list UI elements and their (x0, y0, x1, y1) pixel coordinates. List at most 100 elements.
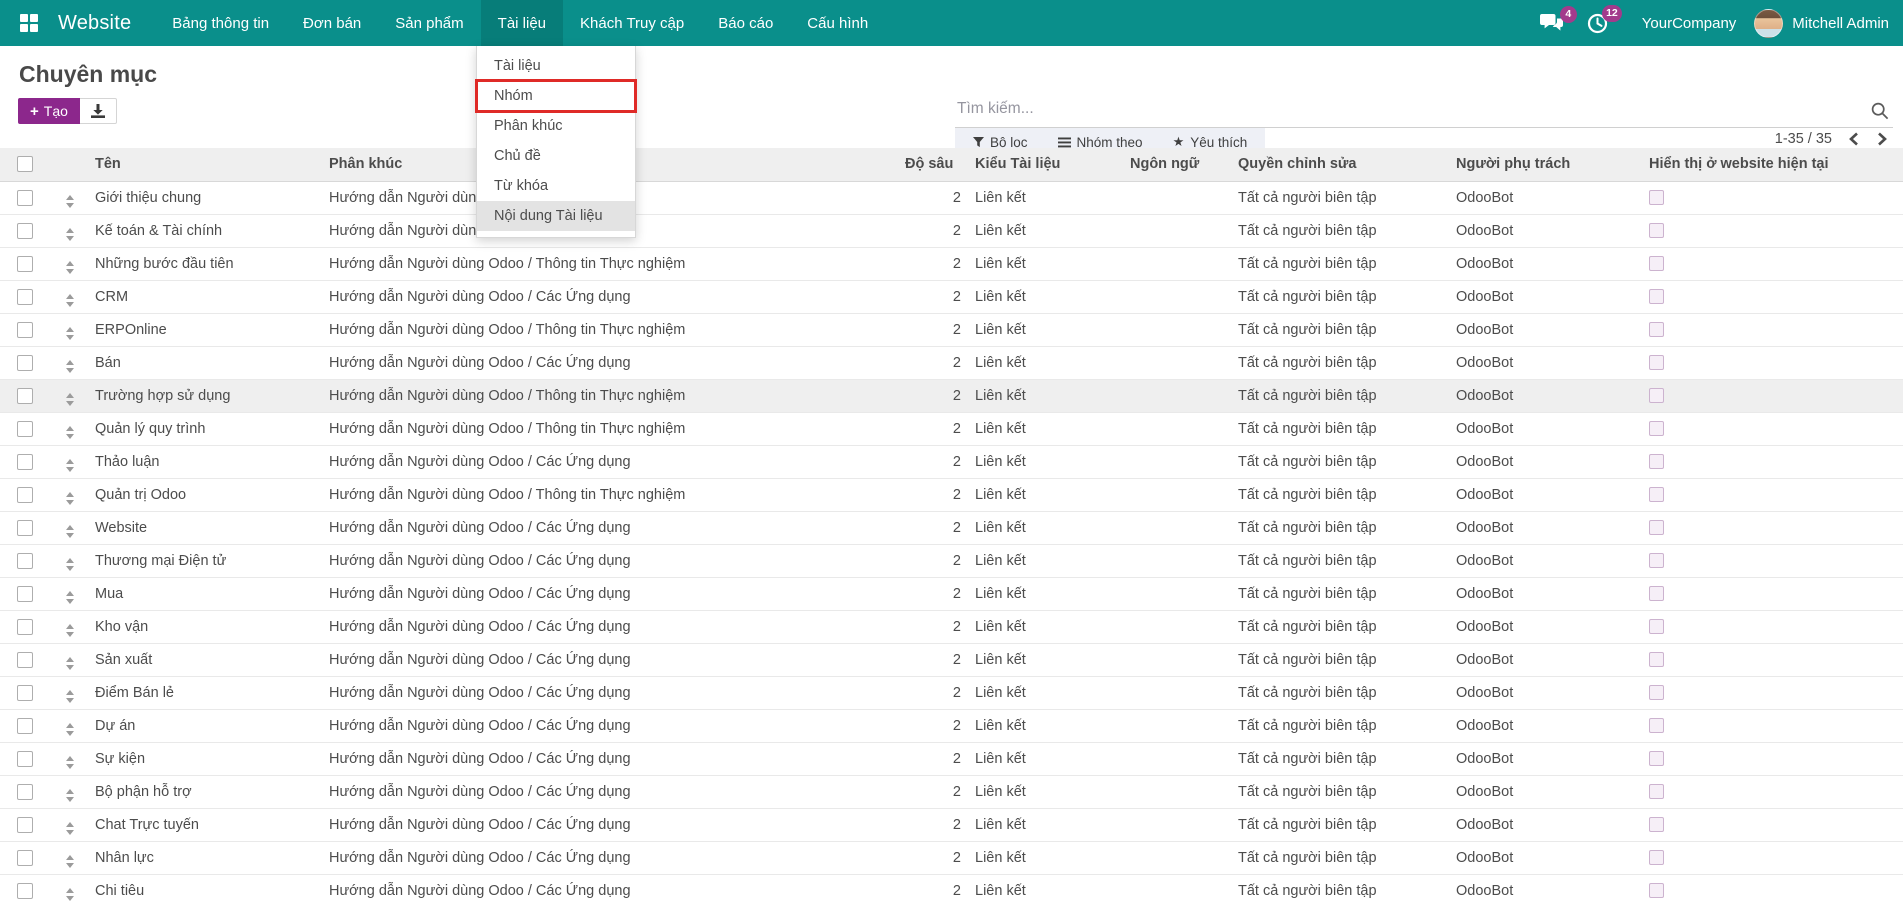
row-checkbox[interactable] (17, 487, 33, 503)
website-visible-checkbox[interactable] (1649, 388, 1664, 403)
row-checkbox[interactable] (17, 850, 33, 866)
column-header-rights[interactable]: Quyền chỉnh sửa (1233, 148, 1451, 181)
website-visible-checkbox[interactable] (1649, 322, 1664, 337)
table-row[interactable]: Sự kiệnHướng dẫn Người dùng Odoo / Các Ứ… (0, 742, 1903, 775)
apps-menu-button[interactable] (0, 0, 54, 46)
drag-handle-icon[interactable] (50, 360, 90, 373)
website-visible-checkbox[interactable] (1649, 190, 1664, 205)
table-row[interactable]: Điểm Bán lẻHướng dẫn Người dùng Odoo / C… (0, 676, 1903, 709)
website-visible-checkbox[interactable] (1649, 223, 1664, 238)
row-checkbox[interactable] (17, 652, 33, 668)
website-visible-checkbox[interactable] (1649, 619, 1664, 634)
pager-next-button[interactable] (1875, 130, 1890, 148)
drag-handle-icon[interactable] (50, 327, 90, 340)
website-visible-checkbox[interactable] (1649, 685, 1664, 700)
column-header-name[interactable]: Tên (90, 148, 325, 181)
row-checkbox[interactable] (17, 784, 33, 800)
drag-handle-icon[interactable] (50, 888, 90, 901)
row-checkbox[interactable] (17, 520, 33, 536)
drag-handle-icon[interactable] (50, 855, 90, 868)
dropdown-item-2[interactable]: Phân khúc (477, 111, 635, 141)
row-checkbox[interactable] (17, 322, 33, 338)
table-row[interactable]: Quản trị OdooHướng dẫn Người dùng Odoo /… (0, 478, 1903, 511)
create-button[interactable]: + Tạo (18, 98, 80, 124)
nav-item-3[interactable]: Tài liệu (481, 0, 563, 46)
table-row[interactable]: Giới thiệu chungHướng dẫn Người dùng Odo… (0, 181, 1903, 214)
table-row[interactable]: Những bước đầu tiênHướng dẫn Người dùng … (0, 247, 1903, 280)
column-header-depth[interactable]: Độ sâu (905, 148, 965, 181)
table-row[interactable]: BánHướng dẫn Người dùng Odoo / Các Ứng d… (0, 346, 1903, 379)
table-row[interactable]: Quản lý quy trìnhHướng dẫn Người dùng Od… (0, 412, 1903, 445)
nav-item-6[interactable]: Cấu hình (790, 0, 885, 46)
dropdown-item-5[interactable]: Nội dung Tài liệu (477, 201, 635, 231)
nav-item-0[interactable]: Bảng thông tin (155, 0, 286, 46)
drag-handle-icon[interactable] (50, 624, 90, 637)
website-visible-checkbox[interactable] (1649, 652, 1664, 667)
column-header-responsible[interactable]: Người phụ trách (1451, 148, 1641, 181)
row-checkbox[interactable] (17, 883, 33, 899)
row-checkbox[interactable] (17, 619, 33, 635)
drag-handle-icon[interactable] (50, 426, 90, 439)
row-checkbox[interactable] (17, 685, 33, 701)
drag-handle-icon[interactable] (50, 558, 90, 571)
drag-handle-icon[interactable] (50, 228, 90, 241)
row-checkbox[interactable] (17, 454, 33, 470)
dropdown-item-3[interactable]: Chủ đề (477, 141, 635, 171)
company-switcher[interactable]: YourCompany (1642, 15, 1737, 32)
drag-handle-icon[interactable] (50, 756, 90, 769)
search-input[interactable] (955, 96, 1893, 128)
dropdown-item-0[interactable]: Tài liệu (477, 51, 635, 81)
select-all-checkbox[interactable] (17, 156, 33, 172)
nav-item-5[interactable]: Báo cáo (701, 0, 790, 46)
nav-item-1[interactable]: Đơn bán (286, 0, 378, 46)
website-visible-checkbox[interactable] (1649, 751, 1664, 766)
website-visible-checkbox[interactable] (1649, 520, 1664, 535)
drag-handle-icon[interactable] (50, 261, 90, 274)
row-checkbox[interactable] (17, 586, 33, 602)
activities-button[interactable]: 12 (1587, 13, 1608, 34)
table-row[interactable]: Chat Trực tuyếnHướng dẫn Người dùng Odoo… (0, 808, 1903, 841)
table-row[interactable]: Thảo luậnHướng dẫn Người dùng Odoo / Các… (0, 445, 1903, 478)
website-visible-checkbox[interactable] (1649, 256, 1664, 271)
row-checkbox[interactable] (17, 223, 33, 239)
drag-handle-icon[interactable] (50, 459, 90, 472)
table-row[interactable]: Thương mại Điện tửHướng dẫn Người dùng O… (0, 544, 1903, 577)
website-visible-checkbox[interactable] (1649, 355, 1664, 370)
column-header-visible[interactable]: Hiển thị ở website hiện tại (1641, 148, 1903, 181)
drag-handle-icon[interactable] (50, 690, 90, 703)
table-row[interactable]: ERPOnlineHướng dẫn Người dùng Odoo / Thô… (0, 313, 1903, 346)
table-row[interactable]: CRMHướng dẫn Người dùng Odoo / Các Ứng d… (0, 280, 1903, 313)
website-visible-checkbox[interactable] (1649, 553, 1664, 568)
drag-handle-icon[interactable] (50, 591, 90, 604)
drag-handle-icon[interactable] (50, 294, 90, 307)
website-visible-checkbox[interactable] (1649, 487, 1664, 502)
drag-handle-icon[interactable] (50, 789, 90, 802)
website-visible-checkbox[interactable] (1649, 850, 1664, 865)
table-row[interactable]: Chi tiêuHướng dẫn Người dùng Odoo / Các … (0, 874, 1903, 906)
row-checkbox[interactable] (17, 289, 33, 305)
nav-item-2[interactable]: Sản phẩm (378, 0, 480, 46)
website-visible-checkbox[interactable] (1649, 718, 1664, 733)
website-visible-checkbox[interactable] (1649, 289, 1664, 304)
website-visible-checkbox[interactable] (1649, 883, 1664, 898)
search-icon[interactable] (1871, 102, 1889, 125)
drag-handle-icon[interactable] (50, 657, 90, 670)
table-row[interactable]: Kế toán & Tài chínhHướng dẫn Người dùng … (0, 214, 1903, 247)
row-checkbox[interactable] (17, 421, 33, 437)
row-checkbox[interactable] (17, 817, 33, 833)
table-row[interactable]: Sản xuấtHướng dẫn Người dùng Odoo / Các … (0, 643, 1903, 676)
drag-handle-icon[interactable] (50, 492, 90, 505)
row-checkbox[interactable] (17, 553, 33, 569)
website-visible-checkbox[interactable] (1649, 586, 1664, 601)
user-menu[interactable]: Mitchell Admin (1792, 15, 1889, 32)
table-row[interactable]: MuaHướng dẫn Người dùng Odoo / Các Ứng d… (0, 577, 1903, 610)
export-button[interactable] (80, 98, 117, 124)
column-header-type[interactable]: Kiểu Tài liệu (965, 148, 1125, 181)
row-checkbox[interactable] (17, 388, 33, 404)
website-visible-checkbox[interactable] (1649, 817, 1664, 832)
table-row[interactable]: Trường hợp sử dụngHướng dẫn Người dùng O… (0, 379, 1903, 412)
drag-handle-icon[interactable] (50, 525, 90, 538)
website-visible-checkbox[interactable] (1649, 454, 1664, 469)
drag-handle-icon[interactable] (50, 195, 90, 208)
user-avatar[interactable] (1754, 9, 1783, 38)
